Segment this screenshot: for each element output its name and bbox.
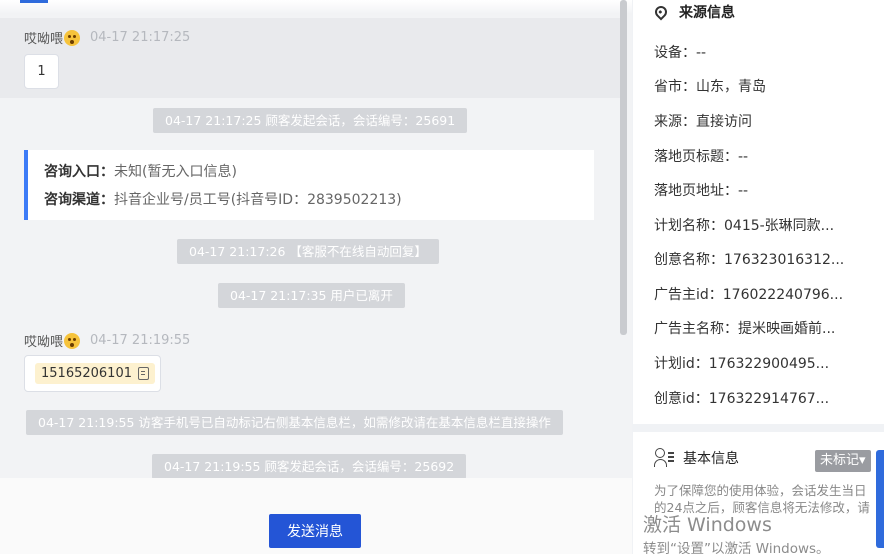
field-province-city: 省市：山东，青岛 [654, 79, 766, 95]
chat-top-shadow [0, 0, 632, 14]
field-creative-name: 创意名称：176323016312... [654, 252, 845, 268]
basic-info-header: 基本信息 [654, 448, 739, 468]
emoji-icon [64, 29, 81, 46]
field-source: 来源：直接访问 [654, 114, 752, 130]
system-message: 04-17 21:19:55 访客手机号已自动标记右侧基本信息栏，如需修改请在基… [26, 410, 563, 435]
source-info-header: 来源信息 [652, 2, 735, 22]
system-message: 04-17 21:19:55 顾客发起会话，会话编号：25692 [152, 454, 467, 479]
tag-dropdown[interactable]: 未标记▾ [815, 450, 871, 472]
message-text: 1 [37, 64, 46, 79]
field-creative-id: 创意id：176322914767... [654, 391, 830, 407]
message-sender: 哎呦喂 04-17 21:17:25 [24, 28, 190, 47]
consult-entry-row: 咨询入口：未知(暂无入口信息) [44, 162, 594, 190]
message-bubble: 1 [24, 54, 59, 89]
side-edge-button[interactable] [876, 450, 884, 548]
phone-number: 15165206101 [41, 366, 132, 381]
field-plan-name: 计划名称：0415-张琳同款... [654, 218, 835, 234]
windows-activation-watermark: 激活 Windows [643, 514, 772, 536]
field-advertiser-name: 广告主名称：提米映画婚前... [654, 321, 836, 337]
field-landing-url: 落地页地址：-- [654, 183, 749, 199]
send-message-button[interactable]: 发送消息 [269, 514, 361, 548]
windows-activation-hint: 转到“设置”以激活 Windows。 [643, 541, 830, 554]
message-bubble: 15165206101 [24, 355, 161, 392]
chat-panel: 哎呦喂 04-17 21:17:25 1 04-17 21:17:25 顾客发起… [0, 0, 632, 554]
field-landing-title: 落地页标题：-- [654, 149, 749, 165]
system-message: 04-17 21:17:25 顾客发起会话，会话编号：25691 [153, 108, 468, 133]
field-advertiser-id: 广告主id：176022240796... [654, 287, 844, 303]
consult-channel-label: 咨询渠道： [44, 192, 114, 208]
user-info-icon [654, 448, 674, 468]
info-side-panel: 来源信息 设备：-- 省市：山东，青岛 来源：直接访问 落地页标题：-- 落地页… [633, 0, 884, 554]
active-tab-indicator [20, 0, 48, 3]
message-time: 04-17 21:19:55 [90, 333, 191, 348]
system-message: 04-17 21:17:35 用户已离开 [218, 283, 405, 308]
message-block: 哎呦喂 04-17 21:17:25 1 [0, 18, 620, 98]
phone-number-chip[interactable]: 15165206101 [35, 363, 155, 384]
emoji-icon [64, 332, 81, 349]
message-time: 04-17 21:17:25 [90, 30, 191, 45]
sender-name: 哎呦喂 [24, 32, 64, 47]
consult-entry-value: 未知(暂无入口信息) [114, 164, 237, 180]
chat-scrollbar[interactable] [620, 0, 627, 335]
system-message: 04-17 21:17:26 【客服不在线自动回复】 [177, 239, 439, 264]
source-info-title: 来源信息 [679, 5, 735, 21]
sender-name: 哎呦喂 [24, 335, 64, 350]
consult-channel-value: 抖音企业号/员工号(抖音号ID：2839502213) [114, 192, 402, 208]
location-pin-icon [652, 3, 670, 21]
field-device: 设备：-- [654, 45, 707, 61]
section-divider [633, 424, 884, 432]
consult-entry-label: 咨询入口： [44, 164, 114, 180]
field-plan-id: 计划id：176322900495... [654, 356, 830, 372]
message-sender: 哎呦喂 04-17 21:19:55 [24, 331, 190, 350]
consult-channel-row: 咨询渠道：抖音企业号/员工号(抖音号ID：2839502213) [44, 190, 594, 218]
consult-info-card: 咨询入口：未知(暂无入口信息) 咨询渠道：抖音企业号/员工号(抖音号ID：283… [24, 150, 594, 220]
basic-info-title: 基本信息 [683, 451, 739, 467]
copy-icon[interactable] [137, 367, 149, 380]
